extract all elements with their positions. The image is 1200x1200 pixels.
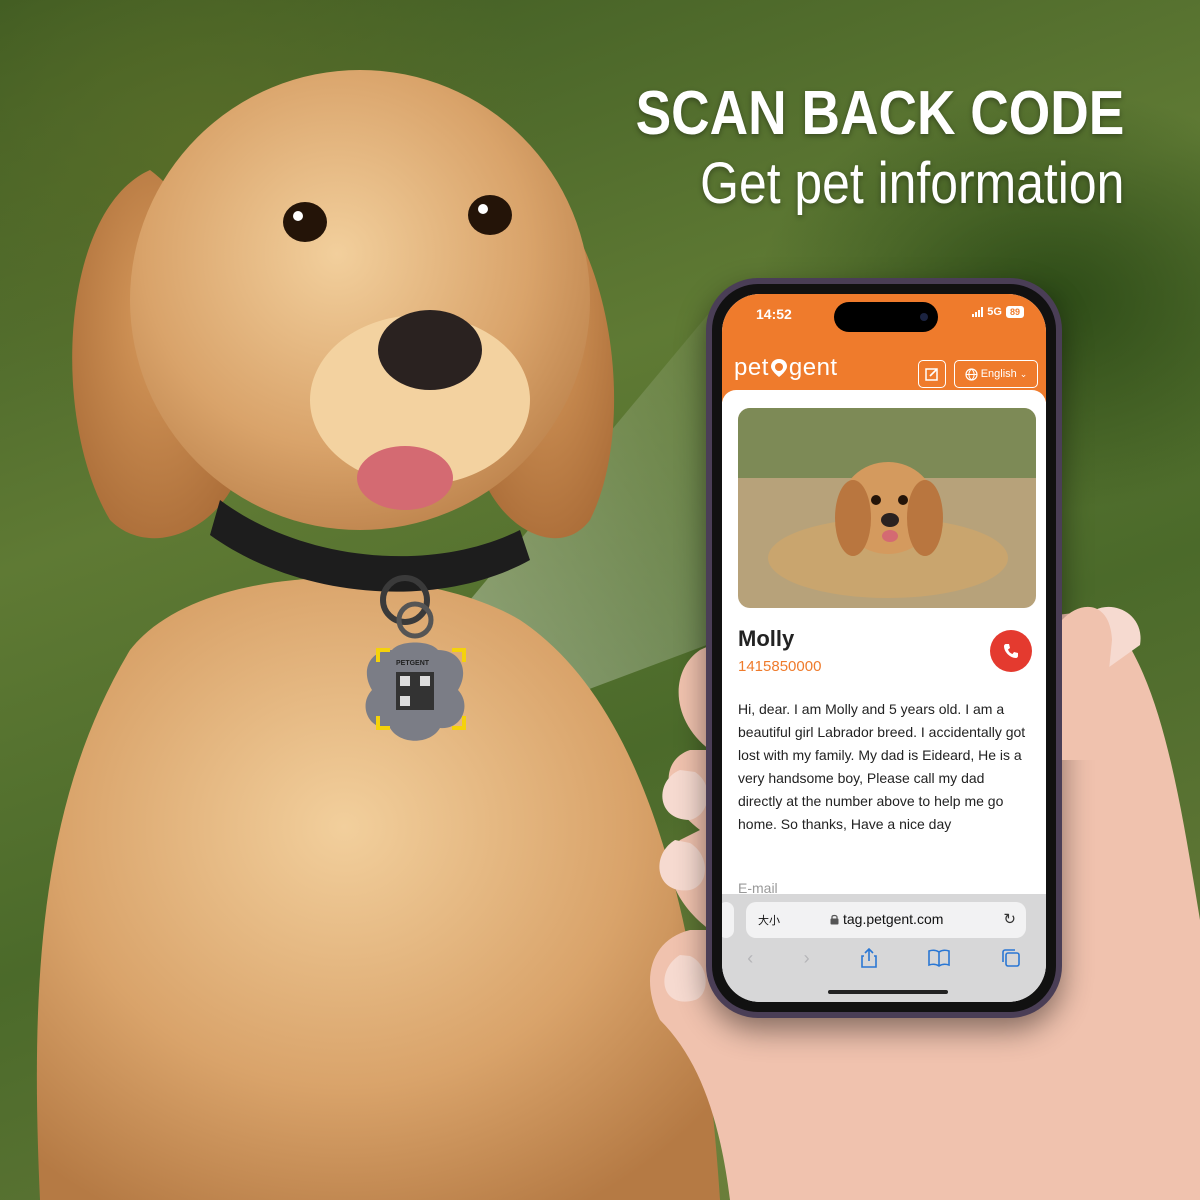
- url-display[interactable]: tag.petgent.com: [830, 911, 943, 927]
- status-indicators: 5G 89: [972, 306, 1024, 318]
- status-time: 14:52: [756, 306, 792, 322]
- petgent-logo[interactable]: pet gent: [734, 354, 838, 382]
- tabs-icon[interactable]: [1001, 948, 1021, 968]
- previous-tab-peek[interactable]: [722, 902, 734, 938]
- globe-icon: [965, 367, 978, 381]
- bookmarks-icon[interactable]: [928, 949, 951, 967]
- phone-screen: 14:52 5G 89 pet gent English ⌄ Molly 141…: [722, 294, 1046, 1002]
- text-size-button[interactable]: 大小: [758, 912, 780, 928]
- headline: SCAN BACK CODE Get pet information: [556, 80, 1124, 220]
- headline-title: SCAN BACK CODE: [635, 79, 1124, 148]
- edit-button[interactable]: [918, 360, 946, 388]
- pet-name: Molly: [738, 626, 795, 651]
- network-label: 5G: [987, 306, 1002, 318]
- forward-icon[interactable]: ›: [804, 948, 810, 969]
- language-label: English: [980, 368, 1017, 380]
- tag-brand-text: PETGENT: [396, 660, 430, 667]
- address-bar[interactable]: 大小 tag.petgent.com ↻: [746, 902, 1026, 938]
- edit-square-icon: [925, 368, 938, 381]
- home-indicator[interactable]: [828, 990, 948, 994]
- call-button[interactable]: [990, 630, 1032, 672]
- logo-text-right: gent: [788, 354, 838, 381]
- lock-icon: [830, 914, 839, 924]
- back-icon[interactable]: ‹: [747, 948, 753, 969]
- owner-phone-number[interactable]: 1415850000: [738, 658, 821, 675]
- camera-dot: [920, 313, 928, 321]
- browser-toolbar: 大小 tag.petgent.com ↻ ‹ ›: [722, 894, 1046, 1002]
- pet-profile-card: Molly 1415850000 Hi, dear. I am Molly an…: [722, 390, 1046, 920]
- url-text: tag.petgent.com: [843, 911, 944, 927]
- browser-nav: ‹ ›: [722, 946, 1046, 970]
- smartphone: 14:52 5G 89 pet gent English ⌄ Molly 141…: [706, 278, 1062, 1018]
- pet-photo: [738, 408, 1036, 608]
- signal-icon: [972, 307, 984, 317]
- share-icon[interactable]: [860, 948, 878, 968]
- language-selector[interactable]: English ⌄: [954, 360, 1038, 388]
- phone-icon: [1004, 644, 1018, 658]
- paw-pin-icon: [770, 359, 787, 377]
- logo-text-left: pet: [734, 354, 769, 381]
- app-header: 14:52 5G 89 pet gent English ⌄: [722, 294, 1046, 402]
- pet-bio: Hi, dear. I am Molly and 5 years old. I …: [738, 701, 1026, 832]
- reload-icon[interactable]: ↻: [1003, 910, 1016, 928]
- chevron-down-icon: ⌄: [1019, 368, 1028, 379]
- headline-subtitle: Get pet information: [699, 151, 1124, 216]
- dynamic-island: [834, 302, 938, 332]
- battery-icon: 89: [1005, 306, 1024, 318]
